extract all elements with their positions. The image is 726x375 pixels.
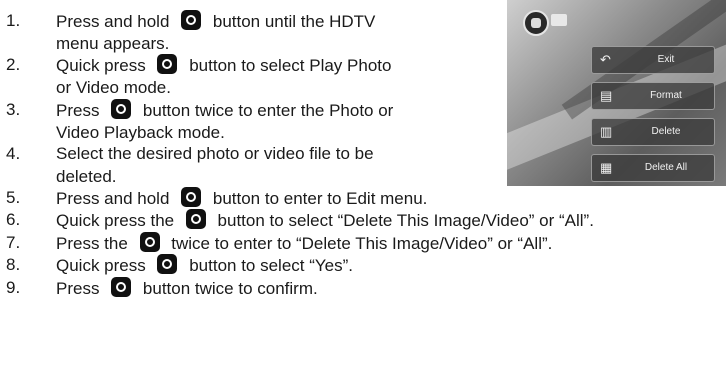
step-text: Press the twice to enter to “Delete This… [56,232,552,255]
step-text-segment: button to select “Delete This Image/Vide… [212,211,594,230]
step-text: Press and hold button to enter to Edit m… [56,187,427,210]
step-text-segment: button twice to enter the Photo or [138,101,394,120]
step-number: 2. [6,55,21,74]
step-number: 1. [6,11,21,30]
step-text-segment: deleted. [56,167,117,186]
step-text-segment: Press [56,101,105,120]
menu-item-label: Format [650,90,682,101]
camera-button-icon [181,187,202,207]
step-text-segment: menu appears. [56,34,170,53]
step-text: Press button twice to enter the Photo or [56,99,393,122]
step-text-segment: Select the desired photo or video file t… [56,144,374,163]
back-arrow-icon: ↶ [600,52,611,67]
step-text-segment: Video Playback mode. [56,123,225,142]
step-text-segment: button to select “Yes”. [184,256,354,275]
camera-button-icon [181,10,202,30]
delete-all-icon: ▦ [600,160,613,175]
step-text-segment: Press the [56,234,133,253]
step-text: Video Playback mode. [56,122,225,144]
camera-menu-screenshot: ↶ Exit ▤ Format ▥ Delete ▦ Delete All [507,0,726,186]
step-text-segment: Quick press [56,256,151,275]
step-number: 9. [6,278,21,297]
step-text: or Video mode. [56,77,171,99]
playback-mode-icon [523,10,549,36]
step-number: 8. [6,255,21,274]
step-text-segment: button until the HDTV [208,12,376,31]
step-number: 3. [6,100,21,119]
step-number: 5. [6,188,21,207]
menu-item-label: Delete All [644,162,688,173]
step-text-segment: Quick press the [56,211,179,230]
step-text-segment: button to select Play Photo [184,56,392,75]
step-text-segment: button twice to confirm. [138,279,318,298]
step-number: 4. [6,144,21,163]
camera-button-icon [111,277,132,297]
step-text-segment: or Video mode. [56,78,171,97]
step-text: Quick press button to select “Yes”. [56,254,353,277]
camera-button-icon [139,232,160,252]
camera-button-icon [157,254,178,274]
step-text-segment: button to enter to Edit menu. [208,189,428,208]
trash-icon: ▥ [600,124,613,139]
step-text: Press button twice to confirm. [56,277,318,300]
step-text: Select the desired photo or video file t… [56,143,374,165]
menu-item-format: ▤ Format [591,82,715,110]
menu-item-delete: ▥ Delete [591,118,715,146]
camera-button-icon [157,54,178,74]
step-text-segment: twice to enter to “Delete This Image/Vid… [166,234,553,253]
photo-mode-icon [551,14,567,26]
step-text-segment: Press and hold [56,189,175,208]
camera-button-icon [185,209,206,229]
step-text-segment: Press and hold [56,12,175,31]
menu-item-label: Delete [651,126,681,137]
format-icon: ▤ [600,88,613,103]
step-text: deleted. [56,166,117,188]
step-number: 6. [6,210,21,229]
step-text-segment: Press [56,279,105,298]
camera-button-icon [111,99,132,119]
step-text: Quick press the button to select “Delete… [56,209,594,232]
step-text: menu appears. [56,33,169,55]
menu-item-label: Exit [657,54,675,65]
step-number: 7. [6,233,21,252]
menu-item-exit: ↶ Exit [591,46,715,74]
menu-item-delete-all: ▦ Delete All [591,154,715,182]
step-text-segment: Quick press [56,56,151,75]
step-text: Press and hold button until the HDTV [56,10,375,33]
step-text: Quick press button to select Play Photo [56,54,391,77]
